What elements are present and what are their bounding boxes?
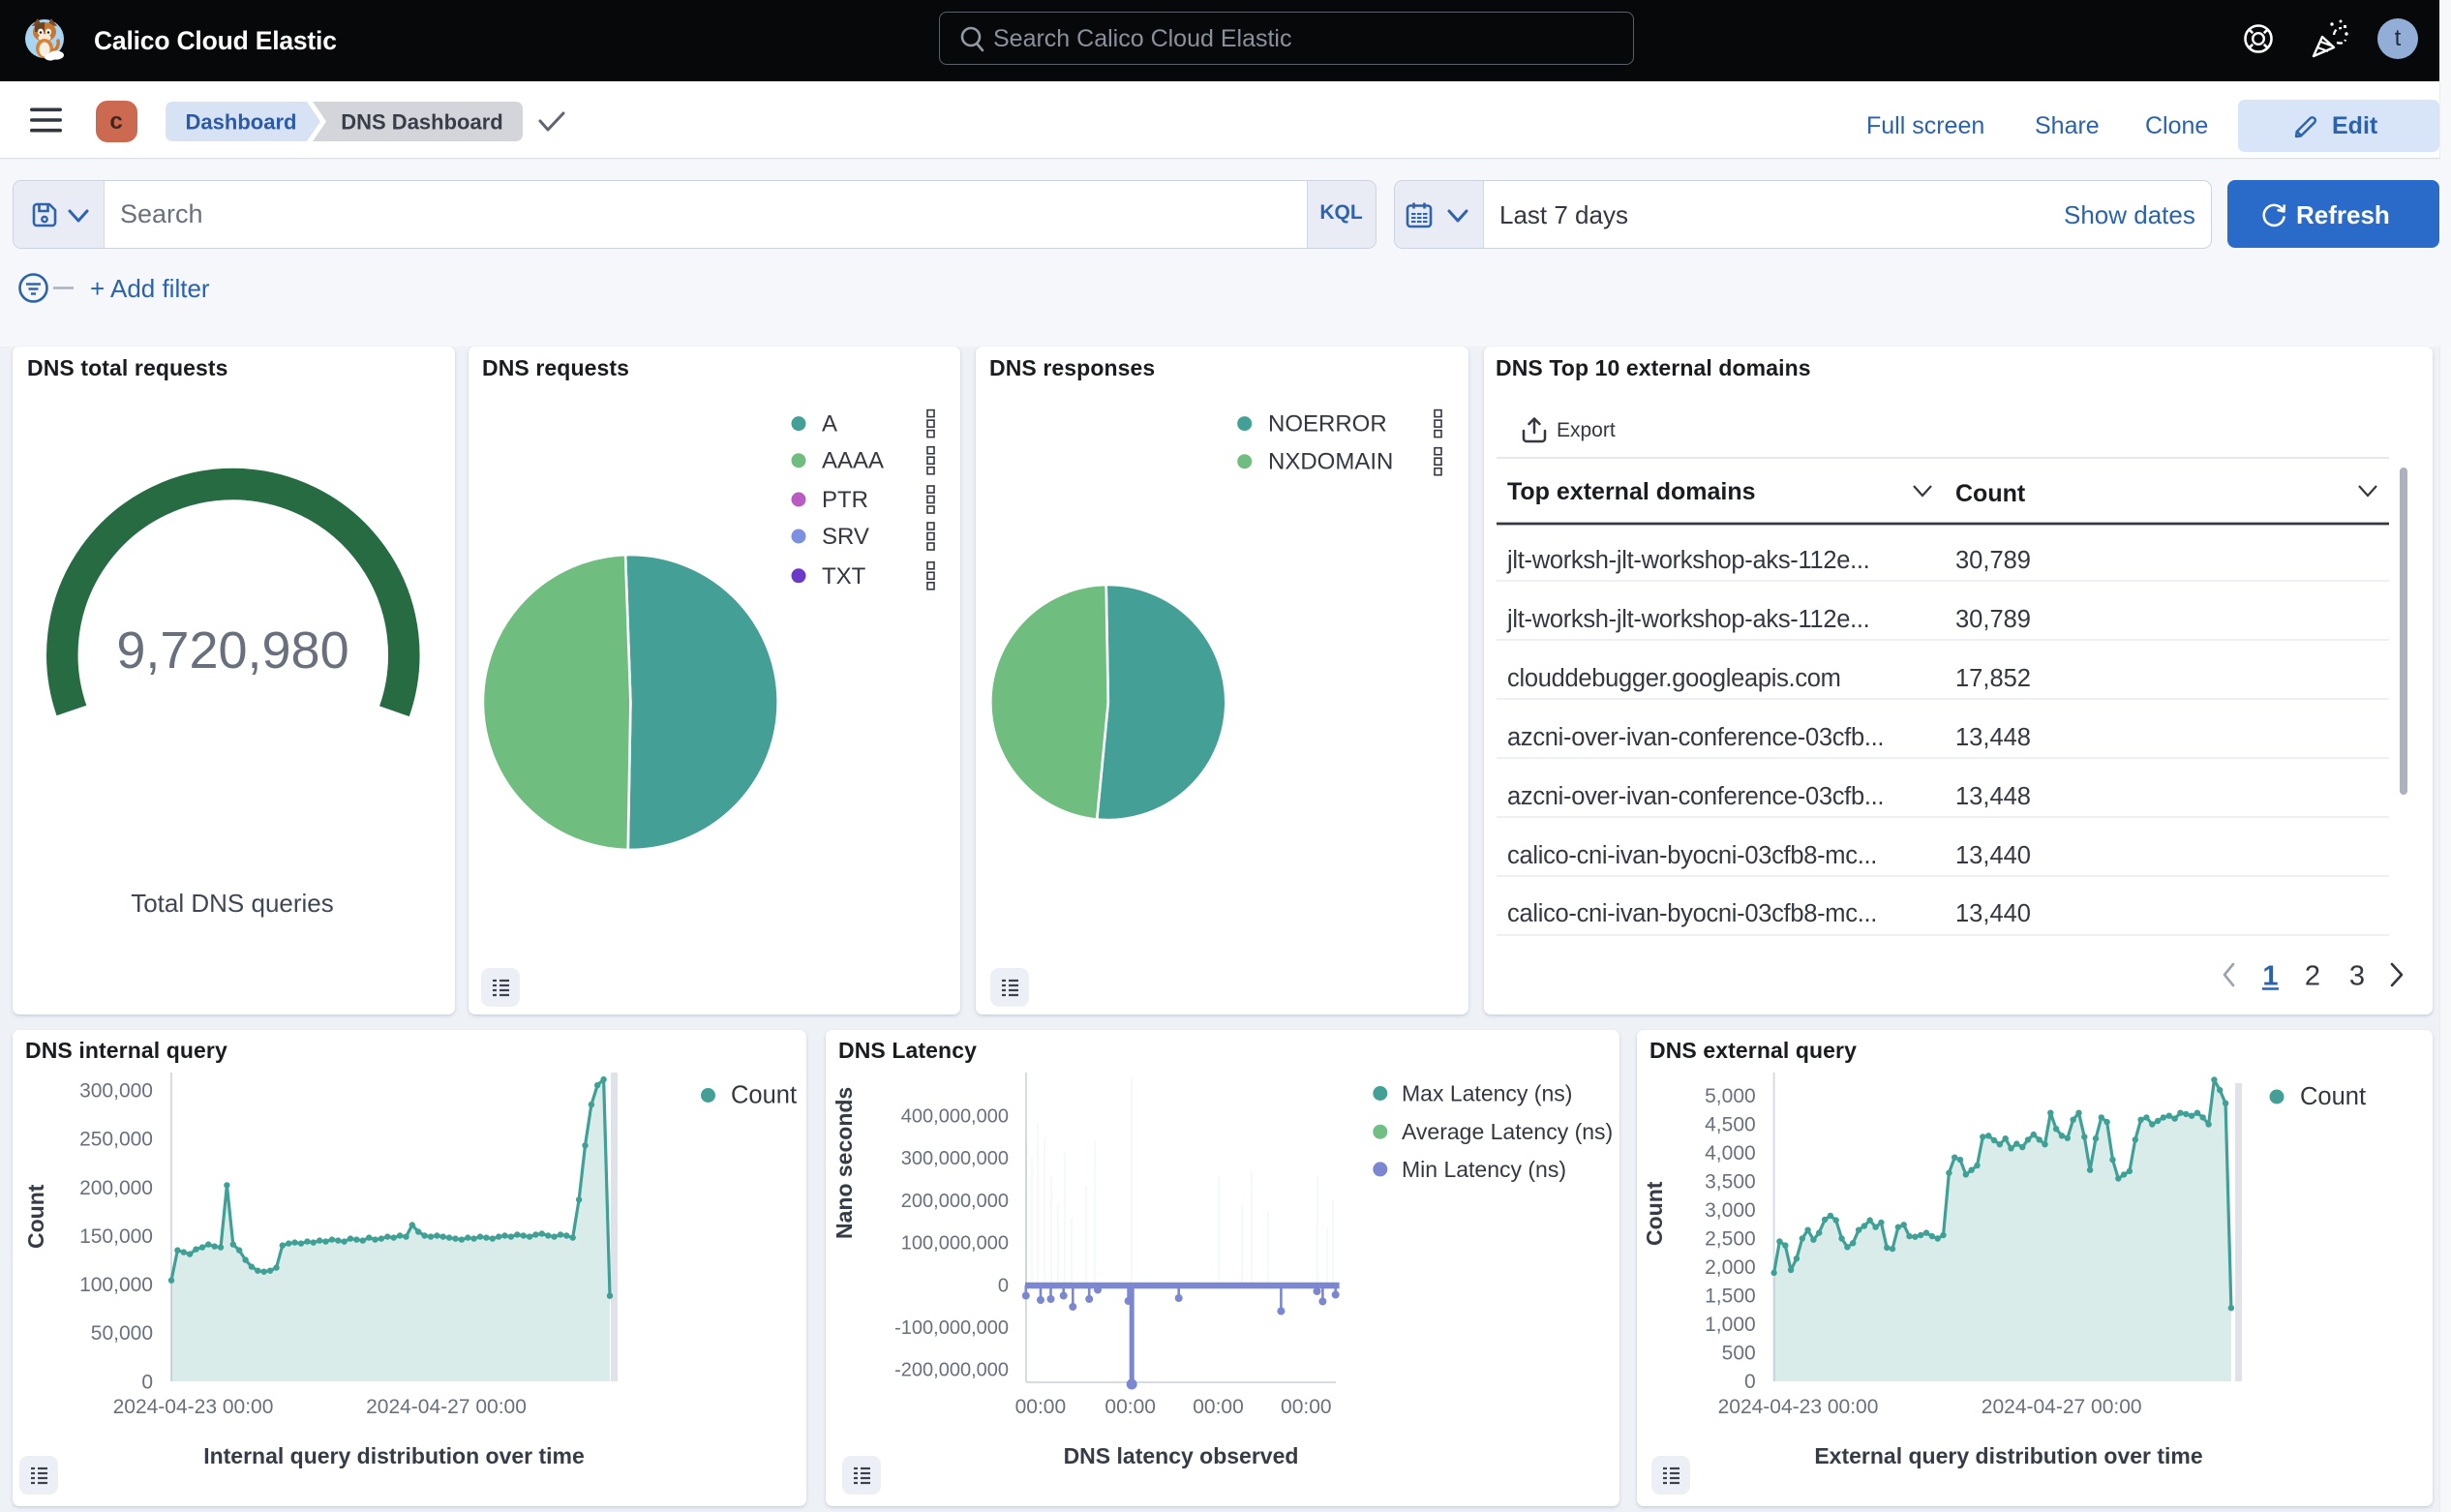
- svg-text:2,000: 2,000: [1705, 1256, 1756, 1279]
- svg-text:500: 500: [1722, 1343, 1756, 1365]
- svg-text:0: 0: [1744, 1371, 1756, 1393]
- svg-text:2024-04-27 00:00: 2024-04-27 00:00: [1982, 1396, 2142, 1418]
- svg-text:2,500: 2,500: [1705, 1228, 1756, 1251]
- svg-text:1,500: 1,500: [1705, 1285, 1756, 1308]
- svg-text:3,500: 3,500: [1705, 1171, 1756, 1194]
- svg-text:Count: Count: [1642, 1181, 1667, 1246]
- svg-text:1,000: 1,000: [1705, 1314, 1756, 1336]
- svg-text:External query distribution ov: External query distribution over time: [1814, 1443, 2202, 1468]
- svg-text:5,000: 5,000: [1705, 1085, 1756, 1107]
- svg-text:4,500: 4,500: [1705, 1114, 1756, 1136]
- svg-text:Count: Count: [2300, 1083, 2366, 1110]
- svg-text:3,000: 3,000: [1705, 1199, 1756, 1222]
- svg-text:2024-04-23 00:00: 2024-04-23 00:00: [1718, 1396, 1879, 1418]
- svg-text:4,000: 4,000: [1705, 1142, 1756, 1164]
